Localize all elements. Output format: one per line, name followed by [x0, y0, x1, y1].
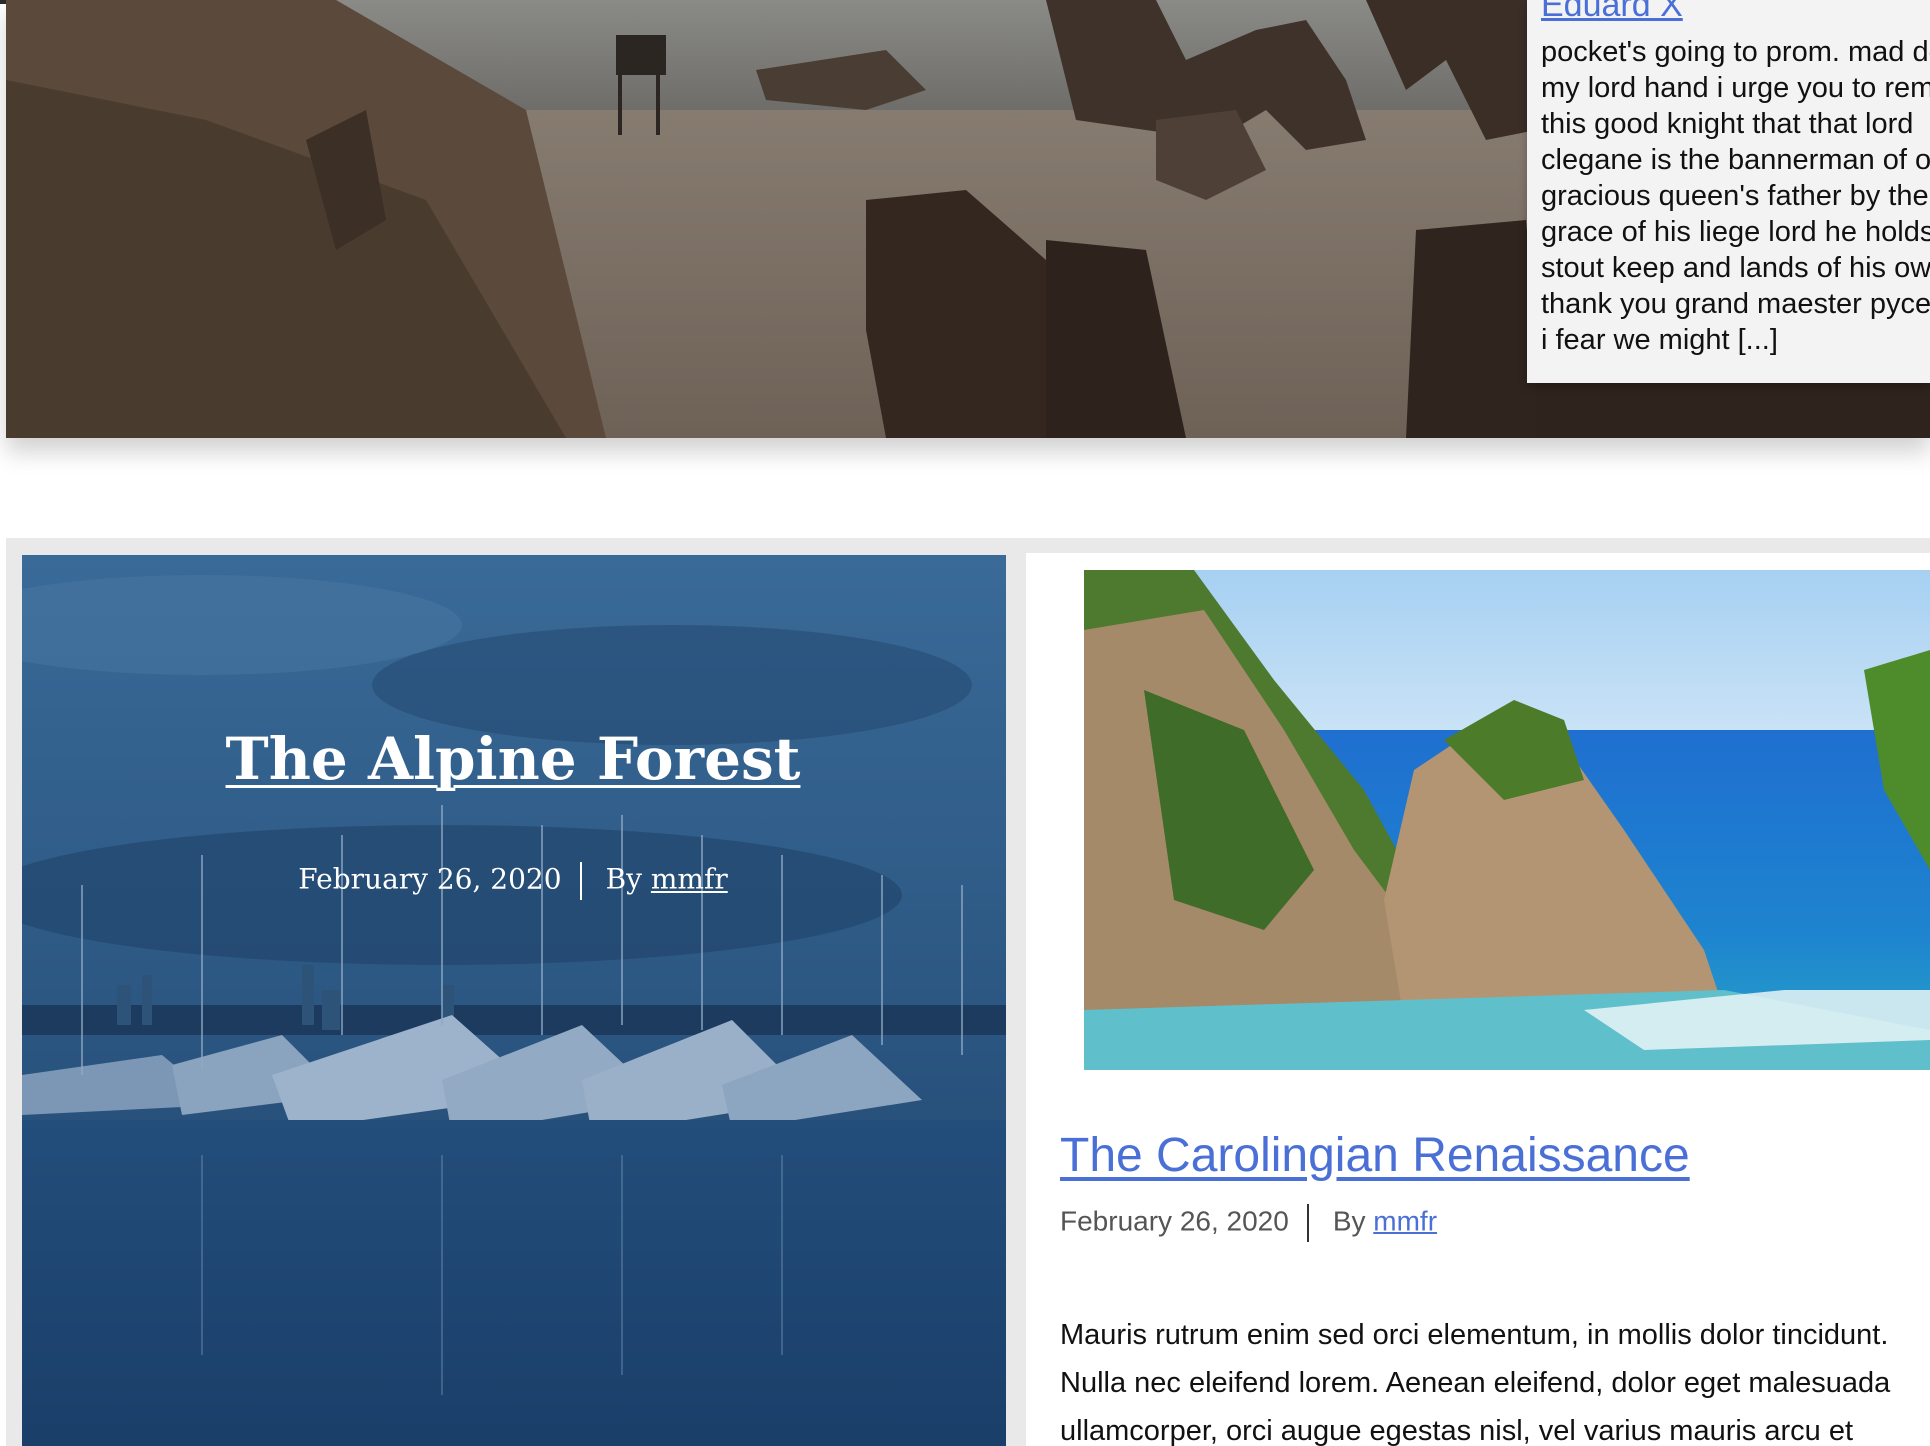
post-title-carolingian-renaissance: The Carolingian Renaissance: [1060, 1128, 1690, 1183]
post-by-label: By: [1332, 1205, 1366, 1237]
post-title-alpine-forest: The Alpine Forest: [22, 725, 1006, 793]
post-by-label: By: [605, 862, 642, 896]
post-card-carolingian-renaissance[interactable]: The Carolingian Renaissance February 26,…: [1026, 553, 1930, 1446]
post-date: February 26, 2020: [1060, 1205, 1289, 1237]
post-excerpt: Mauris rutrum enim sed orci elementum, i…: [1060, 1319, 1891, 1446]
post-author-link[interactable]: mmfr: [1373, 1205, 1437, 1236]
post-author-link[interactable]: mmfr: [651, 863, 728, 896]
post-meta-carolingian-renaissance: February 26, 2020 By mmfr: [1060, 1204, 1437, 1242]
island-rocks-image[interactable]: [1084, 570, 1930, 1070]
meta-separator: [579, 862, 582, 900]
post-meta-alpine-forest: February 26, 2020 By mmfr: [22, 862, 1006, 900]
marina-background-image: [22, 555, 1006, 1446]
post-card-alpine-forest[interactable]: The Alpine Forest February 26, 2020 By mm…: [22, 555, 1006, 1446]
post-title-link[interactable]: The Carolingian Renaissance: [1060, 1129, 1690, 1182]
featured-post-card: Eduard X pocket's going to prom. mad dog…: [1527, 0, 1930, 383]
featured-author-link[interactable]: Eduard X: [1541, 0, 1683, 25]
post-title-link[interactable]: The Alpine Forest: [226, 725, 801, 793]
meta-separator: [1306, 1204, 1309, 1242]
featured-excerpt: pocket's going to prom. mad dog my lord …: [1541, 36, 1930, 356]
post-date: February 26, 2020: [298, 862, 562, 896]
